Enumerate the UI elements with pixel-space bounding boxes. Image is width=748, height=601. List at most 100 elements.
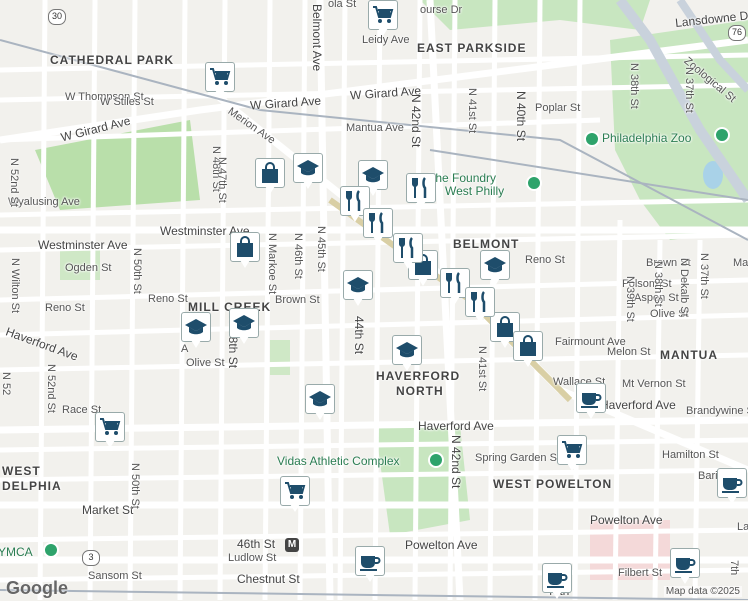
street-label: N 52nd St — [45, 364, 57, 413]
coffee-marker[interactable] — [670, 548, 700, 586]
street-label: Olive St — [186, 357, 225, 369]
shopping-cart-icon — [280, 476, 310, 506]
coffee-icon — [670, 548, 700, 578]
school-marker[interactable] — [229, 308, 259, 346]
street-label: Reno St — [148, 293, 188, 305]
restaurant-marker[interactable] — [363, 208, 393, 246]
school-icon — [343, 270, 373, 300]
poi-label[interactable]: YMCA — [0, 545, 33, 559]
street-label: Sansom St — [88, 570, 142, 582]
zoo-paw-icon[interactable] — [714, 127, 730, 143]
shopping-cart-icon — [557, 435, 587, 465]
foundry-poi-icon[interactable] — [526, 175, 542, 191]
restaurant-icon — [393, 233, 423, 263]
coffee-marker[interactable] — [717, 468, 747, 506]
coffee-icon — [576, 383, 606, 413]
school-icon — [229, 308, 259, 338]
marker-tail — [105, 440, 115, 448]
google-logo: Google — [6, 578, 68, 598]
coffee-marker[interactable] — [355, 546, 385, 584]
neighborhood-label: WEST — [2, 464, 41, 478]
street-label: Ma — [733, 257, 748, 269]
shopping-cart-icon — [95, 412, 125, 442]
street-label: Fairmount Ave — [555, 336, 626, 348]
marker-tail — [552, 591, 562, 599]
marker-tail — [680, 576, 690, 584]
school-marker[interactable] — [293, 153, 323, 191]
route-badge: 30 — [48, 9, 66, 25]
school-marker[interactable] — [181, 312, 211, 350]
marker-tail — [215, 90, 225, 98]
marker-tail — [378, 28, 388, 36]
school-icon — [181, 312, 211, 342]
shopping-cart-marker[interactable] — [205, 62, 235, 100]
street-label: 46th St — [237, 537, 276, 551]
street-label: N 39th St — [624, 276, 636, 322]
marker-tail — [490, 278, 500, 286]
shopping-bag-marker[interactable] — [255, 158, 285, 196]
coffee-marker[interactable] — [542, 563, 572, 601]
shopping-bag-marker[interactable] — [513, 331, 543, 369]
coffee-marker[interactable] — [576, 383, 606, 421]
shopping-cart-marker[interactable] — [280, 476, 310, 514]
shopping-bag-icon — [513, 331, 543, 361]
marker-tail — [402, 363, 412, 371]
zoo-poi-icon[interactable] — [584, 131, 600, 147]
shopping-cart-marker[interactable] — [368, 0, 398, 38]
marker-tail — [239, 336, 249, 344]
marker-tail — [500, 340, 510, 348]
school-icon — [305, 384, 335, 414]
shopping-cart-marker[interactable] — [95, 412, 125, 450]
street-label: Brown St — [275, 294, 320, 306]
street-label: N 40th St — [514, 91, 528, 142]
marker-tail — [523, 359, 533, 367]
map-attribution: Map data ©2025 — [663, 586, 742, 597]
street-label: 44th St — [352, 316, 366, 355]
restaurant-marker[interactable] — [465, 287, 495, 325]
street-label: N 41st St — [466, 88, 478, 134]
restaurant-marker[interactable] — [393, 233, 423, 271]
street-label: N 46th St — [292, 233, 304, 279]
shopping-bag-marker[interactable] — [230, 232, 260, 270]
street-label: N Wilton St — [9, 258, 21, 314]
route-badge: 76 — [728, 25, 746, 41]
street-label: N 41st St — [476, 346, 488, 392]
ymca-poi-icon[interactable] — [43, 542, 59, 558]
street-label: Powelton Ave — [590, 513, 663, 527]
street-label: N Dekalb St — [678, 258, 690, 317]
poi-label[interactable]: Philadelphia Zoo — [602, 131, 691, 145]
vidas-poi-icon[interactable] — [428, 452, 444, 468]
school-marker[interactable] — [305, 384, 335, 422]
metro-station-icon[interactable]: M — [285, 538, 299, 552]
poi-label[interactable]: The Foundry — [428, 171, 496, 185]
street-label: Mantua Ave — [346, 122, 404, 134]
neighborhood-label: DELPHIA — [2, 479, 62, 493]
marker-tail — [191, 340, 201, 348]
park-area — [270, 340, 290, 375]
school-marker[interactable] — [480, 250, 510, 288]
coffee-icon — [542, 563, 572, 593]
street-label: Belmont Ave — [310, 4, 324, 72]
marker-tail — [240, 260, 250, 268]
street-label: N 38th St — [652, 261, 664, 307]
restaurant-icon — [363, 208, 393, 238]
coffee-icon — [355, 546, 385, 576]
school-marker[interactable] — [343, 270, 373, 308]
poi-label[interactable]: Vidas Athletic Complex — [277, 454, 400, 468]
poi-label[interactable]: West Philly — [445, 184, 504, 198]
neighborhood-label: NORTH — [396, 384, 444, 398]
street-label: Haverford Ave — [600, 398, 676, 412]
marker-tail — [586, 411, 596, 419]
marker-tail — [403, 261, 413, 269]
street-label: La — [737, 521, 748, 533]
marker-tail — [290, 504, 300, 512]
restaurant-marker[interactable] — [406, 173, 436, 211]
marker-tail — [567, 463, 577, 471]
street-label: Ogden St — [65, 262, 112, 274]
school-marker[interactable] — [392, 335, 422, 373]
school-icon — [293, 153, 323, 183]
shopping-cart-marker[interactable] — [557, 435, 587, 473]
neighborhood-label: WEST POWELTON — [493, 477, 613, 491]
street-label: N 50th St — [131, 248, 143, 294]
marker-tail — [315, 412, 325, 420]
